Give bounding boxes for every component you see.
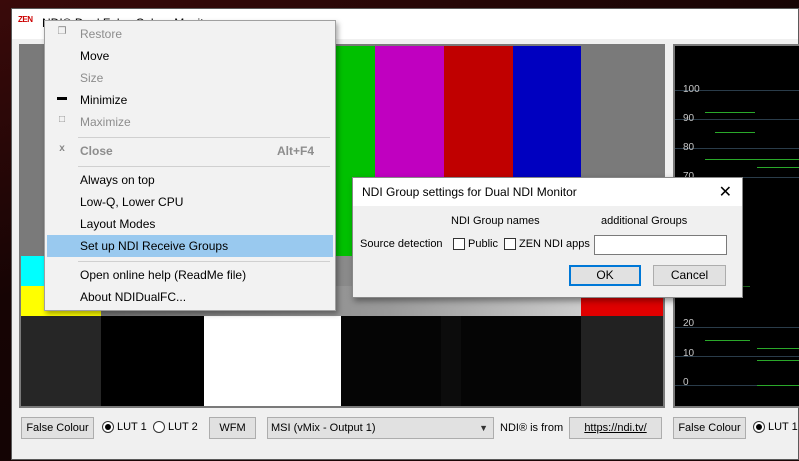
pluge-dark-right [581, 316, 663, 406]
menu-item-label: Open online help (ReadMe file) [80, 268, 247, 282]
waveform-trace [705, 340, 750, 341]
menu-item-label: Move [80, 49, 110, 63]
waveform-trace [757, 360, 799, 361]
waveform-trace [705, 159, 799, 160]
close-icon: x [59, 143, 65, 154]
zen-ndi-label: ZEN NDI apps [519, 238, 590, 250]
cancel-button[interactable]: Cancel [653, 265, 726, 286]
ndi-link-button[interactable]: https://ndi.tv/ [569, 417, 662, 439]
right-lut1-radio-dot[interactable] [753, 421, 765, 433]
pluge-dark-grey [21, 316, 101, 406]
menu-item-label: Low-Q, Lower CPU [80, 195, 184, 209]
zen-ndi-checkbox-box[interactable] [504, 238, 516, 250]
system-menu: ❐ Restore Move Size ▬ Minimize □ Maximiz… [44, 20, 336, 311]
scale-label: 80 [683, 142, 695, 153]
pluge-white [204, 316, 341, 406]
lut2-label: LUT 2 [168, 421, 198, 433]
scale-label: 0 [683, 377, 689, 388]
public-checkbox[interactable]: Public [453, 238, 498, 250]
public-label: Public [468, 238, 498, 250]
lut1-radio[interactable]: LUT 1 [102, 421, 147, 433]
waveform-trace [757, 167, 799, 168]
waveform-trace [757, 348, 799, 349]
menu-item-label: Maximize [80, 115, 131, 129]
menu-item-minimize[interactable]: ▬ Minimize [47, 89, 333, 111]
public-checkbox-box[interactable] [453, 238, 465, 250]
source-detection-label: Source detection [360, 238, 443, 250]
bottom-toolbar: False Colour LUT 1 LUT 2 WFM MSI (vMix -… [12, 409, 798, 461]
menu-item-low-q[interactable]: Low-Q, Lower CPU [47, 191, 333, 213]
restore-icon: ❐ [57, 26, 67, 37]
right-false-colour-button[interactable]: False Colour [673, 417, 746, 439]
menu-item-label: Set up NDI Receive Groups [80, 239, 229, 253]
lut1-label: LUT 1 [117, 421, 147, 433]
menu-separator [78, 261, 330, 262]
close-icon[interactable]: ✕ [719, 182, 732, 202]
menu-item-label: Size [80, 71, 104, 85]
menu-separator [78, 137, 330, 138]
pluge-black [101, 316, 204, 406]
lut1-radio-dot[interactable] [102, 421, 114, 433]
ndi-source-value: MSI (vMix - Output 1) [271, 422, 376, 434]
lut2-radio-dot[interactable] [153, 421, 165, 433]
menu-item-layout-modes[interactable]: Layout Modes [47, 213, 333, 235]
menu-item-always-on-top[interactable]: Always on top [47, 169, 333, 191]
waveform-trace [757, 385, 799, 386]
zen-ndi-checkbox[interactable]: ZEN NDI apps [504, 238, 590, 250]
dialog-title-bar[interactable]: NDI Group settings for Dual NDI Monitor … [353, 178, 742, 206]
scale-label: 90 [683, 113, 695, 124]
scale-label: 10 [683, 348, 695, 359]
right-lut1-label: LUT 1 [768, 421, 798, 433]
scale-label: 100 [683, 84, 700, 95]
menu-item-label: Close [80, 144, 113, 158]
menu-item-shortcut: Alt+F4 [277, 144, 315, 158]
menu-item-label: Always on top [80, 173, 155, 187]
menu-separator [78, 166, 330, 167]
waveform-trace [705, 112, 755, 113]
pluge-near-black [341, 316, 581, 406]
pluge-step [441, 316, 461, 406]
zen-logo-icon: ZEN [18, 15, 33, 24]
menu-item-close[interactable]: x Close Alt+F4 [47, 140, 333, 162]
menu-item-online-help[interactable]: Open online help (ReadMe file) [47, 264, 333, 286]
minimize-icon: ▬ [57, 92, 67, 103]
ndi-group-dialog: NDI Group settings for Dual NDI Monitor … [352, 177, 743, 298]
lut2-radio[interactable]: LUT 2 [153, 421, 198, 433]
menu-item-label: Minimize [80, 93, 128, 107]
menu-item-restore[interactable]: ❐ Restore [47, 23, 333, 45]
maximize-icon: □ [58, 114, 66, 125]
menu-item-label: Layout Modes [80, 217, 156, 231]
menu-item-maximize[interactable]: □ Maximize [47, 111, 333, 133]
menu-item-size[interactable]: Size [47, 67, 333, 89]
ndi-source-select[interactable]: MSI (vMix - Output 1) ▼ [267, 417, 494, 439]
group-names-heading: NDI Group names [451, 215, 540, 227]
wfm-button[interactable]: WFM [209, 417, 256, 439]
waveform-trace [715, 132, 755, 133]
ok-button[interactable]: OK [569, 265, 641, 286]
right-lut1-radio[interactable]: LUT 1 [753, 421, 798, 433]
chevron-down-icon: ▼ [479, 423, 488, 433]
menu-item-label: Restore [80, 27, 123, 41]
menu-item-move[interactable]: Move [47, 45, 333, 67]
dialog-title: NDI Group settings for Dual NDI Monitor [362, 185, 577, 199]
scale-label: 20 [683, 318, 695, 329]
menu-item-ndi-groups[interactable]: Set up NDI Receive Groups [47, 235, 333, 257]
menu-item-about[interactable]: About NDIDualFC... [47, 286, 333, 308]
additional-groups-heading: additional Groups [601, 215, 688, 227]
false-colour-button[interactable]: False Colour [21, 417, 94, 439]
additional-groups-input[interactable] [594, 235, 727, 255]
ndi-from-label: NDI® is from [500, 422, 564, 434]
menu-item-label: About NDIDualFC... [80, 290, 187, 304]
